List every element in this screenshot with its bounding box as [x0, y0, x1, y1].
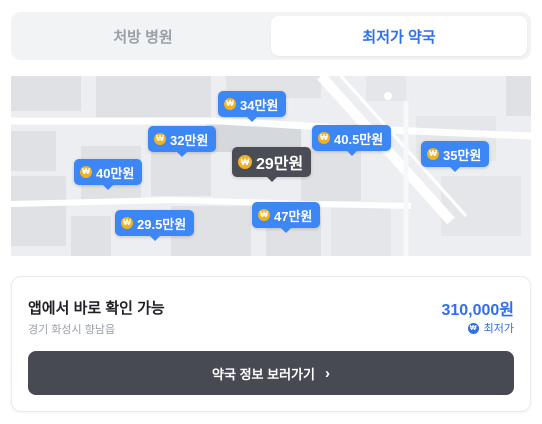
won-coin-icon: ₩	[121, 217, 133, 229]
tab-bar: 처방 병원 최저가 약국	[11, 12, 531, 60]
view-pharmacy-button[interactable]: 약국 정보 보러가기 ›	[28, 351, 514, 395]
pin-price-label: 40만원	[96, 165, 135, 181]
won-coin-icon: ₩	[224, 98, 236, 110]
price-pin[interactable]: ₩ 40.5만원	[312, 125, 392, 156]
lowest-price-badge: ₩ 최저가	[467, 320, 514, 336]
tab-lowest-price-pharmacy[interactable]: 최저가 약국	[271, 16, 527, 56]
pharmacy-card: 앱에서 바로 확인 가능 경기 화성시 향남읍 310,000원 ₩ 최저가 약…	[11, 276, 531, 412]
cta-label: 약국 정보 보러가기	[212, 366, 315, 382]
pin-price-label: 32만원	[170, 132, 209, 148]
price-pin[interactable]: ₩ 32만원	[148, 126, 217, 157]
price-pin[interactable]: ₩ 29.5만원	[115, 210, 195, 241]
pharmacy-address: 경기 화성시 향남읍	[28, 324, 116, 336]
won-coin-icon: ₩	[238, 155, 252, 169]
price-pin[interactable]: ₩ 34만원	[218, 91, 287, 122]
badge-label: 최저가	[483, 323, 514, 335]
pin-price-label: 29.5만원	[137, 216, 187, 232]
won-badge-icon: ₩	[467, 322, 479, 334]
won-coin-icon: ₩	[318, 132, 330, 144]
price-pin[interactable]: ₩ 40만원	[74, 159, 143, 190]
won-coin-icon: ₩	[80, 166, 92, 178]
tab-prescribing-hospital[interactable]: 처방 병원	[15, 16, 271, 56]
pin-price-label: 35만원	[443, 147, 482, 163]
pharmacy-price: 310,000원	[441, 302, 514, 319]
chevron-right-icon: ›	[324, 364, 330, 382]
selected-price-pin[interactable]: ₩ 29만원	[232, 147, 312, 182]
pin-price-label: 47만원	[274, 208, 313, 224]
won-coin-icon: ₩	[258, 209, 270, 221]
pharmacy-map[interactable]: ₩ 34만원 ₩ 32만원 ₩ 40.5만원 ₩ 35만원 ₩ 40만원 ₩ 2…	[11, 76, 531, 256]
won-coin-icon: ₩	[154, 133, 166, 145]
price-pin[interactable]: ₩ 47만원	[252, 202, 321, 233]
card-title: 앱에서 바로 확인 가능	[28, 300, 165, 317]
pin-price-label: 40.5만원	[334, 131, 384, 147]
pin-price-label: 34만원	[240, 97, 279, 113]
price-pin[interactable]: ₩ 35만원	[421, 141, 490, 172]
pin-price-label: 29만원	[256, 156, 304, 173]
won-coin-icon: ₩	[427, 148, 439, 160]
